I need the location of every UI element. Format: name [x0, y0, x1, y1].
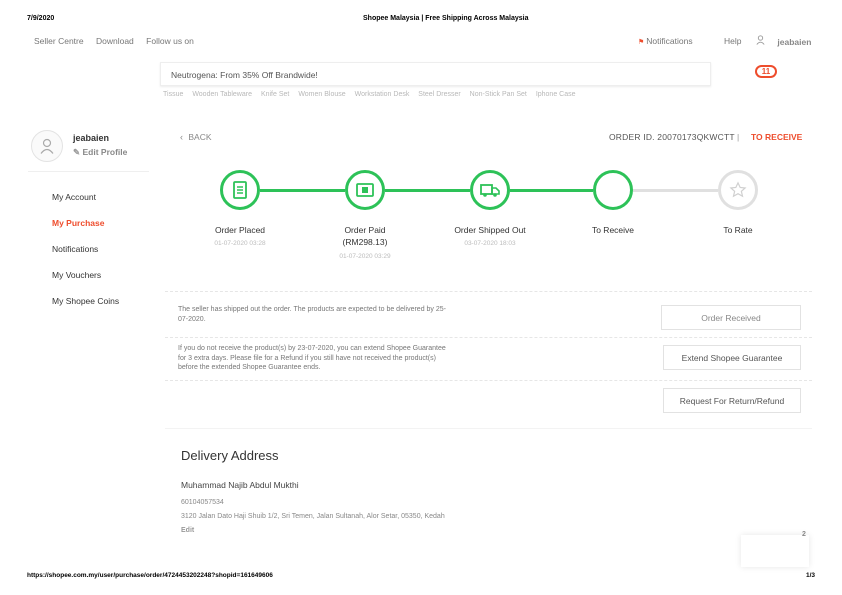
avatar[interactable] — [31, 130, 63, 162]
step-label: Order Paid — [344, 225, 386, 235]
suggestion-link[interactable]: Wooden Tableware — [192, 91, 252, 98]
edit-profile-label: Edit Profile — [82, 147, 128, 157]
divider — [165, 428, 812, 429]
extend-guarantee-button[interactable]: Extend Shopee Guarantee — [663, 345, 801, 370]
suggestion-link[interactable]: Iphone Case — [536, 91, 576, 98]
back-button[interactable]: ‹ BACK — [180, 132, 212, 142]
step-to-rate — [718, 170, 758, 210]
receipt-icon — [233, 181, 247, 199]
edit-address-link[interactable]: Edit — [181, 527, 194, 534]
help-link[interactable]: Help — [724, 36, 741, 46]
step-order-placed — [220, 170, 260, 210]
recipient-phone: 60104057534 — [181, 499, 224, 506]
order-status: TO RECEIVE — [751, 132, 803, 142]
pencil-icon: ✎ — [73, 147, 81, 157]
sidebar-item-my-account[interactable]: My Account — [52, 192, 96, 202]
sidebar-divider — [28, 171, 149, 172]
step-label: To Rate — [723, 225, 753, 235]
recipient-name: Muhammad Najib Abdul Mukthi — [181, 480, 299, 490]
suggestion-link[interactable]: Women Blouse — [298, 91, 345, 98]
user-icon — [40, 138, 54, 154]
step-sub: (RM298.13) — [342, 237, 388, 247]
cart-count-badge[interactable]: 11 — [755, 65, 777, 78]
step-date: 01-07-2020 03:29 — [339, 253, 391, 260]
follow-us-link[interactable]: Follow us on — [146, 36, 194, 46]
download-link[interactable]: Download — [96, 36, 134, 46]
back-label: BACK — [188, 132, 212, 142]
star-icon — [729, 181, 747, 198]
divider — [165, 380, 812, 381]
recipient-address: 3120 Jalan Dato Haji Shuib 1/2, Sri Teme… — [181, 513, 445, 520]
sidebar-username: jeabaien — [73, 133, 110, 143]
progress-line — [633, 189, 718, 192]
user-icon — [756, 35, 767, 47]
suggestion-link[interactable]: Non-Stick Pan Set — [470, 91, 527, 98]
print-title: Shopee Malaysia | Free Shipping Across M… — [363, 15, 529, 22]
topnav-username: jeabaien — [777, 37, 812, 47]
seller-centre-link[interactable]: Seller Centre — [34, 36, 84, 46]
notifications-label: Notifications — [646, 36, 693, 46]
order-id: ORDER ID. 20070173QKWCTT — [609, 132, 735, 142]
sidebar-item-my-purchase[interactable]: My Purchase — [52, 218, 104, 228]
order-separator: | — [737, 132, 740, 142]
print-url: https://shopee.com.my/user/purchase/orde… — [27, 572, 273, 579]
print-date: 7/9/2020 — [27, 15, 55, 22]
progress-line — [510, 189, 593, 192]
progress-line — [385, 189, 470, 192]
step-to-receive — [593, 170, 633, 210]
search-suggestions: Tissue Wooden Tableware Knife Set Women … — [163, 91, 583, 98]
suggestion-link[interactable]: Steel Dresser — [418, 91, 460, 98]
topnav-left: Seller Centre Download Follow us on — [34, 36, 204, 46]
chat-count: 2 — [802, 531, 806, 538]
chevron-left-icon: ‹ — [180, 132, 183, 142]
bell-icon: ⚑ — [638, 39, 645, 46]
order-received-button[interactable]: Order Received — [661, 305, 801, 330]
step-label: Order Placed — [214, 225, 266, 235]
suggestion-link[interactable]: Knife Set — [261, 91, 289, 98]
sidebar-item-notifications[interactable]: Notifications — [52, 244, 98, 254]
step-label: To Receive — [591, 225, 635, 235]
edit-profile-link[interactable]: ✎ Edit Profile — [73, 147, 127, 158]
delivery-address-title: Delivery Address — [181, 448, 279, 463]
request-refund-button[interactable]: Request For Return/Refund — [663, 388, 801, 413]
step-order-shipped — [470, 170, 510, 210]
suggestion-link[interactable]: Tissue — [163, 91, 183, 98]
suggestion-link[interactable]: Workstation Desk — [355, 91, 410, 98]
step-date: 01-07-2020 03:28 — [214, 240, 266, 247]
step-order-paid — [345, 170, 385, 210]
truck-icon — [480, 184, 500, 197]
user-menu[interactable]: jeabaien — [756, 35, 821, 47]
sidebar-item-my-vouchers[interactable]: My Vouchers — [52, 270, 101, 280]
notifications-link[interactable]: ⚑ Notifications — [638, 36, 703, 46]
sidebar-item-my-shopee-coins[interactable]: My Shopee Coins — [52, 296, 119, 306]
divider — [165, 337, 812, 338]
progress-line — [260, 189, 345, 192]
shipped-note: The seller has shipped out the order. Th… — [178, 306, 446, 323]
divider — [165, 291, 812, 292]
print-page-number: 1/3 — [806, 572, 816, 579]
chat-widget[interactable] — [741, 535, 809, 567]
step-label: Order Shipped Out — [454, 225, 526, 235]
money-icon — [356, 183, 374, 197]
search-input[interactable]: Neutrogena: From 35% Off Brandwide! — [160, 62, 711, 86]
guarantee-note: If you do not receive the product(s) by … — [178, 345, 446, 371]
step-date: 03-07-2020 18:03 — [464, 240, 516, 247]
